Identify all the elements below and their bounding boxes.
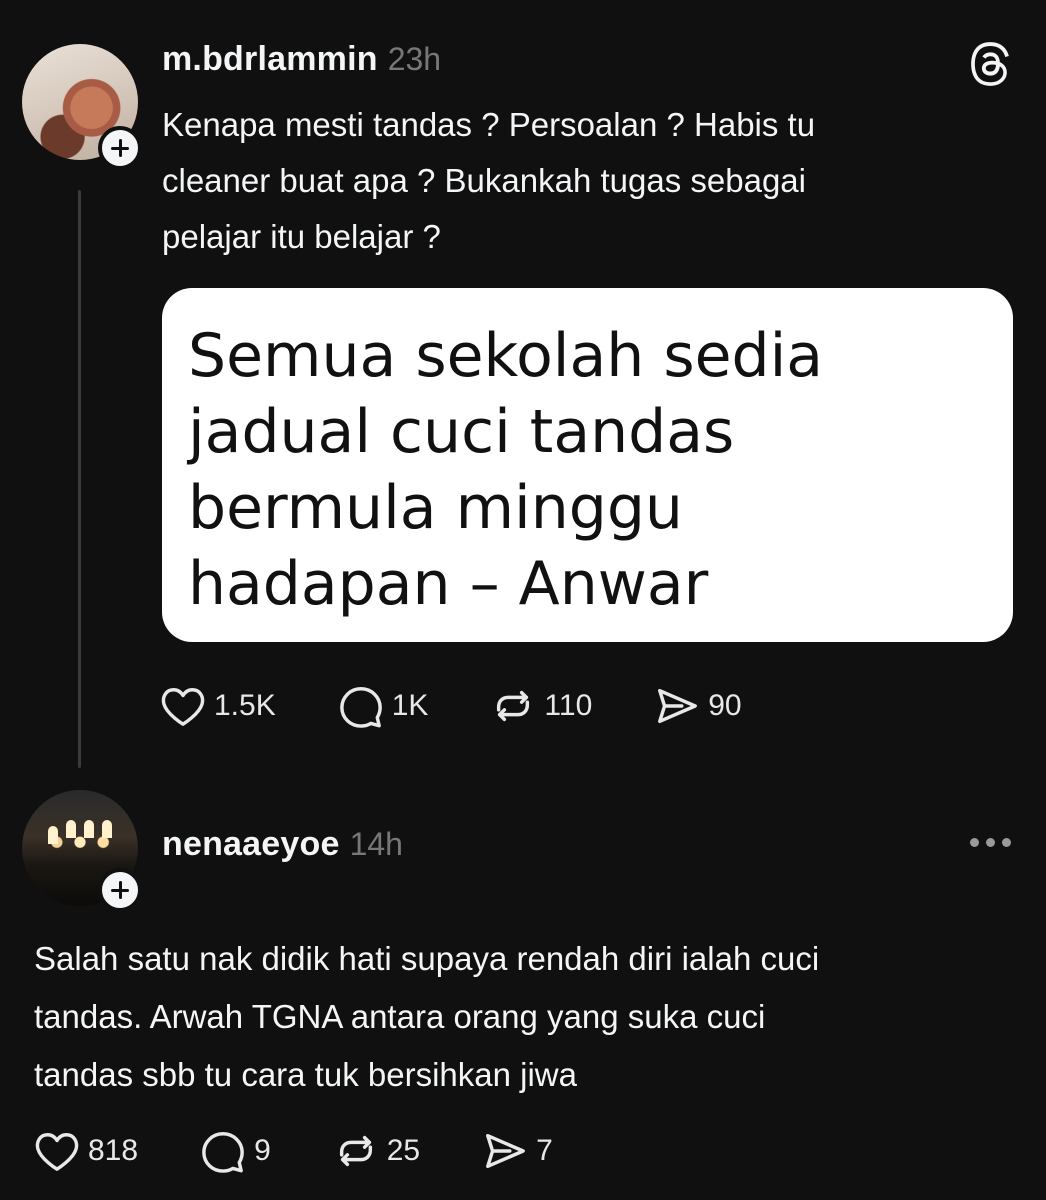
post-text-line: cleaner buat apa ? Bukankah tugas sebaga…: [162, 162, 806, 199]
like-count: 818: [88, 1134, 139, 1167]
reply-button[interactable]: 9: [200, 1129, 271, 1173]
like-count: 1.5K: [214, 689, 276, 722]
image-text-line: hadapan – Anwar: [188, 549, 709, 619]
image-text-line: Semua sekolah sedia: [188, 321, 824, 391]
reply-text-line: Salah satu nak didik hati supaya rendah …: [34, 940, 820, 977]
post-text-line: Kenapa mesti tandas ? Persoalan ? Habis …: [162, 106, 816, 143]
reply-text-line: tandas. Arwah TGNA antara orang yang suk…: [34, 998, 766, 1035]
post-time: 23h: [387, 41, 442, 77]
reply-text: Salah satu nak didik hati supaya rendah …: [34, 930, 819, 1104]
image-text-line: jadual cuci tandas: [188, 397, 735, 467]
like-button[interactable]: 1.5K: [160, 685, 276, 727]
send-icon: [658, 688, 698, 724]
share-button[interactable]: 7: [482, 1129, 553, 1173]
threads-logo-icon[interactable]: [968, 40, 1012, 88]
heart-icon: [161, 688, 205, 726]
reply-username[interactable]: nenaaeyoe: [162, 825, 340, 864]
repost-button[interactable]: 25: [333, 1129, 420, 1173]
reply-count: 9: [254, 1134, 271, 1167]
repost-icon: [339, 1135, 372, 1167]
reply-button[interactable]: 1K: [338, 684, 429, 728]
thread-connector-line: [78, 190, 81, 768]
send-icon: [486, 1133, 526, 1169]
post-actions: 1.5K 1K 110 90: [160, 684, 804, 728]
post-text-line: pelajar itu belajar ?: [162, 218, 441, 255]
comment-icon: [202, 1132, 244, 1173]
more-icon[interactable]: [970, 838, 1011, 847]
repost-count: 25: [386, 1134, 421, 1167]
image-text-line: bermula minggu: [188, 473, 683, 543]
post-header: m.bdrlammin 23h: [162, 40, 441, 79]
repost-button[interactable]: 110: [490, 684, 592, 728]
reply-count: 1K: [391, 689, 429, 722]
follow-plus-icon[interactable]: [98, 126, 142, 170]
reply-text-line: tandas sbb tu cara tuk bersihkan jiwa: [34, 1056, 577, 1093]
share-count: 7: [536, 1134, 553, 1167]
share-count: 90: [708, 689, 742, 722]
reply-header: nenaaeyoe 14h: [162, 825, 403, 864]
heart-icon: [35, 1133, 79, 1171]
repost-count: 110: [544, 689, 593, 722]
share-button[interactable]: 90: [654, 684, 742, 728]
post-image-card[interactable]: Semua sekolah sedia jadual cuci tandas b…: [162, 288, 1013, 642]
reply-actions: 818 9 25 7: [34, 1129, 615, 1173]
comment-icon: [339, 687, 382, 728]
post-username[interactable]: m.bdrlammin: [162, 40, 378, 79]
post-text: Kenapa mesti tandas ? Persoalan ? Habis …: [162, 97, 815, 265]
follow-plus-icon[interactable]: [98, 868, 142, 912]
like-button[interactable]: 818: [34, 1130, 138, 1172]
reply-time: 14h: [349, 826, 403, 862]
repost-icon: [497, 690, 530, 722]
